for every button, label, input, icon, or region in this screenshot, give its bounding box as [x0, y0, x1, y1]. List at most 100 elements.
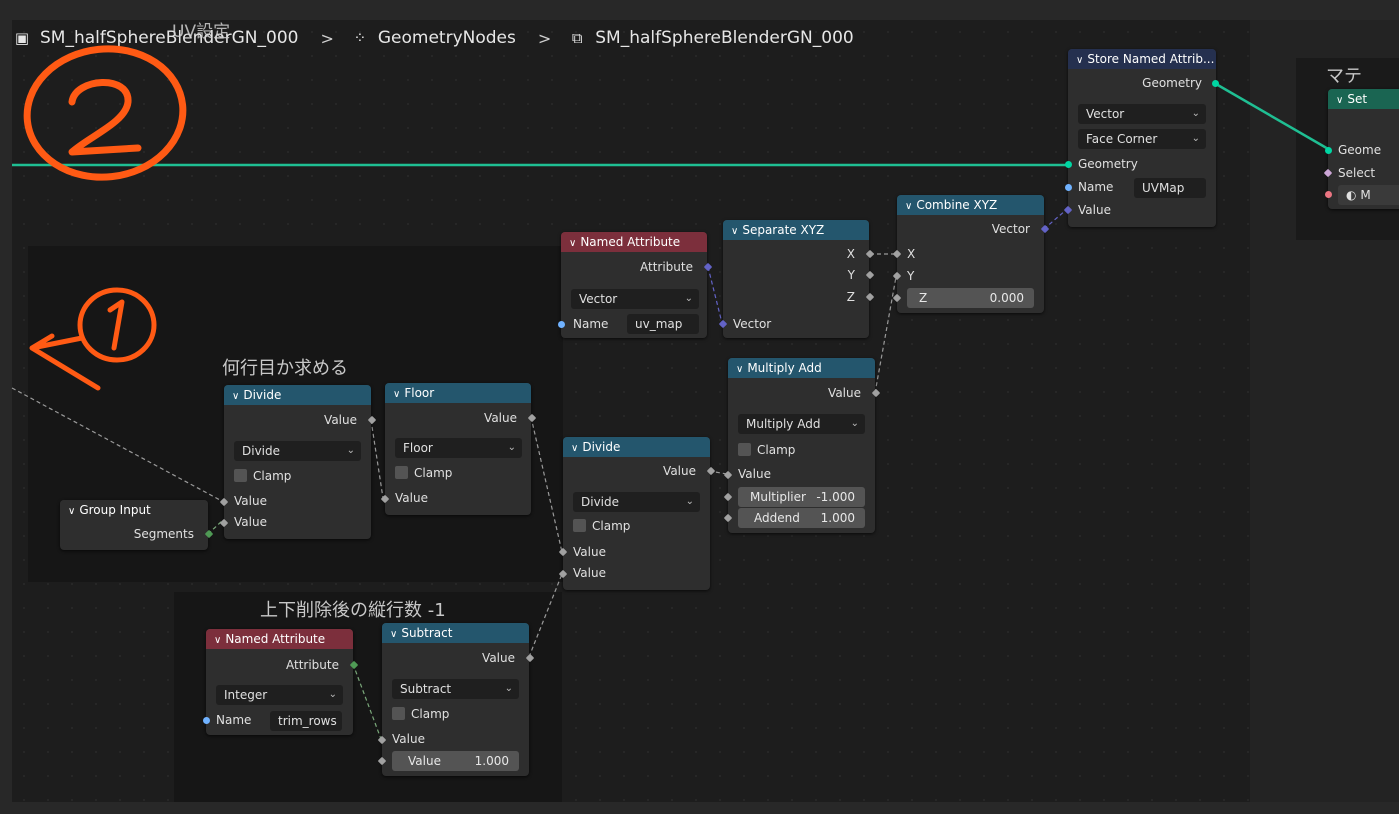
collapse-chevron-icon[interactable]: ∨	[731, 222, 738, 240]
node-title: Group Input	[79, 503, 151, 517]
input-selection-label: Select	[1338, 166, 1376, 180]
node-store-named-attribute[interactable]: ∨ Store Named Attrib... Geometry Vector ⌄ …	[1063, 49, 1219, 227]
link-uv-separate	[707, 266, 723, 324]
node-header[interactable]: ∨ Divide	[224, 385, 371, 405]
collapse-chevron-icon[interactable]: ∨	[736, 360, 743, 378]
output-vector-label: Vector	[991, 222, 1030, 236]
input-geometry-socket[interactable]	[1065, 161, 1072, 168]
clamp-checkbox[interactable]: Clamp	[395, 465, 452, 481]
data-type-dropdown[interactable]: Vector ⌄	[1078, 104, 1206, 124]
node-header[interactable]: ∨ Combine XYZ	[897, 195, 1044, 215]
input-value-label: Value	[392, 732, 425, 746]
input-name-socket[interactable]	[1065, 184, 1072, 191]
value-field[interactable]: Value 1.000	[392, 751, 519, 771]
node-header[interactable]: ∨ Separate XYZ	[723, 220, 869, 240]
clamp-checkbox[interactable]: Clamp	[392, 706, 449, 722]
node-separate-xyz[interactable]: ∨ Separate XYZ X Y Z Vector	[718, 220, 875, 338]
link-floor-divide	[530, 416, 563, 553]
node-named-attribute-uv[interactable]: ∨ Named Attribute Attribute Vector ⌄ Name …	[558, 232, 713, 338]
node-header[interactable]: ∨ Group Input	[60, 500, 208, 520]
node-group-input[interactable]: ∨ Group Input Segments	[60, 500, 214, 550]
material-sphere-icon: ◐	[1346, 188, 1357, 202]
node-title: Multiply Add	[747, 361, 822, 375]
geometry-link-out	[1215, 82, 1331, 152]
clamp-checkbox[interactable]: Clamp	[573, 518, 630, 534]
multiplier-field[interactable]: Multiplier -1.000	[738, 487, 865, 507]
output-value-label: Value	[482, 651, 515, 665]
checkbox-box	[738, 443, 751, 456]
node-header[interactable]: ∨ Multiply Add	[728, 358, 875, 378]
z-value-field[interactable]: Z 0.000	[907, 288, 1034, 308]
data-type-dropdown[interactable]: Vector ⌄	[571, 289, 699, 309]
node-header[interactable]: ∨ Floor	[385, 383, 531, 403]
input-value-b-label: Value	[573, 566, 606, 580]
node-multiply-add[interactable]: ∨ Multiply Add Value Multiply Add ⌄ Clamp …	[723, 358, 881, 533]
collapse-chevron-icon[interactable]: ∨	[232, 387, 239, 405]
output-y-label: Y	[847, 268, 855, 282]
collapse-chevron-icon[interactable]: ∨	[905, 197, 912, 215]
operation-dropdown[interactable]: Divide ⌄	[234, 441, 361, 461]
data-type-dropdown[interactable]: Integer ⌄	[216, 685, 343, 705]
node-header[interactable]: ∨ Store Named Attrib...	[1068, 49, 1216, 69]
operation-dropdown[interactable]: Divide ⌄	[573, 492, 700, 512]
clamp-checkbox[interactable]: Clamp	[234, 468, 291, 484]
input-name-label: Name	[573, 317, 609, 331]
checkbox-box	[392, 707, 405, 720]
breadcrumb-node-group[interactable]: SM_halfSphereBlenderGN_000	[595, 28, 853, 48]
collapse-chevron-icon[interactable]: ∨	[1076, 51, 1083, 69]
node-title: Combine XYZ	[916, 198, 998, 212]
node-title: Separate XYZ	[742, 223, 825, 237]
node-header[interactable]: ∨ Subtract	[382, 623, 529, 643]
modifier-nodes-icon: ⁘	[353, 29, 367, 47]
name-text-field[interactable]: UVMap	[1134, 178, 1206, 198]
clamp-checkbox[interactable]: Clamp	[738, 442, 795, 458]
node-editor-canvas[interactable]: 何行目か求める 上下削除後の縦行数 -1 マテ ▣ SM_halfSphereB…	[0, 0, 1399, 814]
node-header[interactable]: ∨ Named Attribute	[561, 232, 707, 252]
node-divide-1[interactable]: ∨ Divide Value Divide ⌄ Clamp Value Value	[219, 385, 377, 539]
collapse-chevron-icon[interactable]: ∨	[68, 502, 75, 520]
input-geometry-label: Geometry	[1078, 157, 1138, 171]
node-floor[interactable]: ∨ Floor Value Floor ⌄ Clamp Value	[380, 383, 537, 515]
collapse-chevron-icon[interactable]: ∨	[214, 631, 221, 649]
output-geometry-socket[interactable]	[1212, 80, 1219, 87]
input-geometry-socket[interactable]	[1325, 147, 1332, 154]
node-set-material[interactable]: ∨ Set Geome Select ◐ M	[1323, 89, 1399, 209]
operation-dropdown[interactable]: Multiply Add ⌄	[738, 414, 865, 434]
input-value-b-label: Value	[234, 515, 267, 529]
output-attribute-label: Attribute	[286, 658, 339, 672]
input-name-label: Name	[216, 713, 252, 727]
node-header[interactable]: ∨ Set	[1328, 89, 1399, 109]
link-subtract-divide	[528, 573, 563, 658]
collapse-chevron-icon[interactable]: ∨	[1336, 91, 1343, 109]
node-divide-2[interactable]: ∨ Divide Value Divide ⌄ Clamp Value Value	[558, 437, 716, 590]
input-name-socket[interactable]	[558, 321, 565, 328]
output-value-label: Value	[828, 386, 861, 400]
input-material-socket[interactable]	[1325, 191, 1332, 198]
chevron-down-icon: ⌄	[1191, 133, 1200, 144]
node-header[interactable]: ∨ Named Attribute	[206, 629, 353, 649]
operation-dropdown[interactable]: Floor ⌄	[395, 438, 522, 458]
output-value-label: Value	[324, 413, 357, 427]
node-named-attribute-trim[interactable]: ∨ Named Attribute Attribute Integer ⌄ Name…	[203, 629, 359, 735]
chevron-down-icon: ⌄	[507, 442, 516, 453]
node-subtract[interactable]: ∨ Subtract Value Subtract ⌄ Clamp Value Va…	[377, 623, 535, 776]
link-trim-subtract	[352, 663, 382, 740]
collapse-chevron-icon[interactable]: ∨	[393, 385, 400, 403]
output-geometry-label: Geometry	[1142, 76, 1202, 90]
collapse-chevron-icon[interactable]: ∨	[571, 439, 578, 457]
input-name-label: Name	[1078, 180, 1114, 194]
node-header[interactable]: ∨ Divide	[563, 437, 710, 457]
material-field[interactable]: ◐ M	[1338, 185, 1399, 205]
domain-dropdown[interactable]: Face Corner ⌄	[1078, 129, 1206, 149]
name-text-field[interactable]: uv_map	[627, 314, 699, 334]
annotation-circled-two	[23, 45, 187, 181]
name-text-field[interactable]: trim_rows	[270, 711, 342, 731]
input-name-socket[interactable]	[203, 717, 210, 724]
breadcrumb-modifier[interactable]: GeometryNodes	[378, 28, 516, 48]
addend-field[interactable]: Addend 1.000	[738, 508, 865, 528]
collapse-chevron-icon[interactable]: ∨	[569, 234, 576, 252]
node-combine-xyz[interactable]: ∨ Combine XYZ Vector X Y Z 0.000	[892, 195, 1050, 313]
collapse-chevron-icon[interactable]: ∨	[390, 625, 397, 643]
operation-dropdown[interactable]: Subtract ⌄	[392, 679, 519, 699]
checkbox-box	[234, 469, 247, 482]
